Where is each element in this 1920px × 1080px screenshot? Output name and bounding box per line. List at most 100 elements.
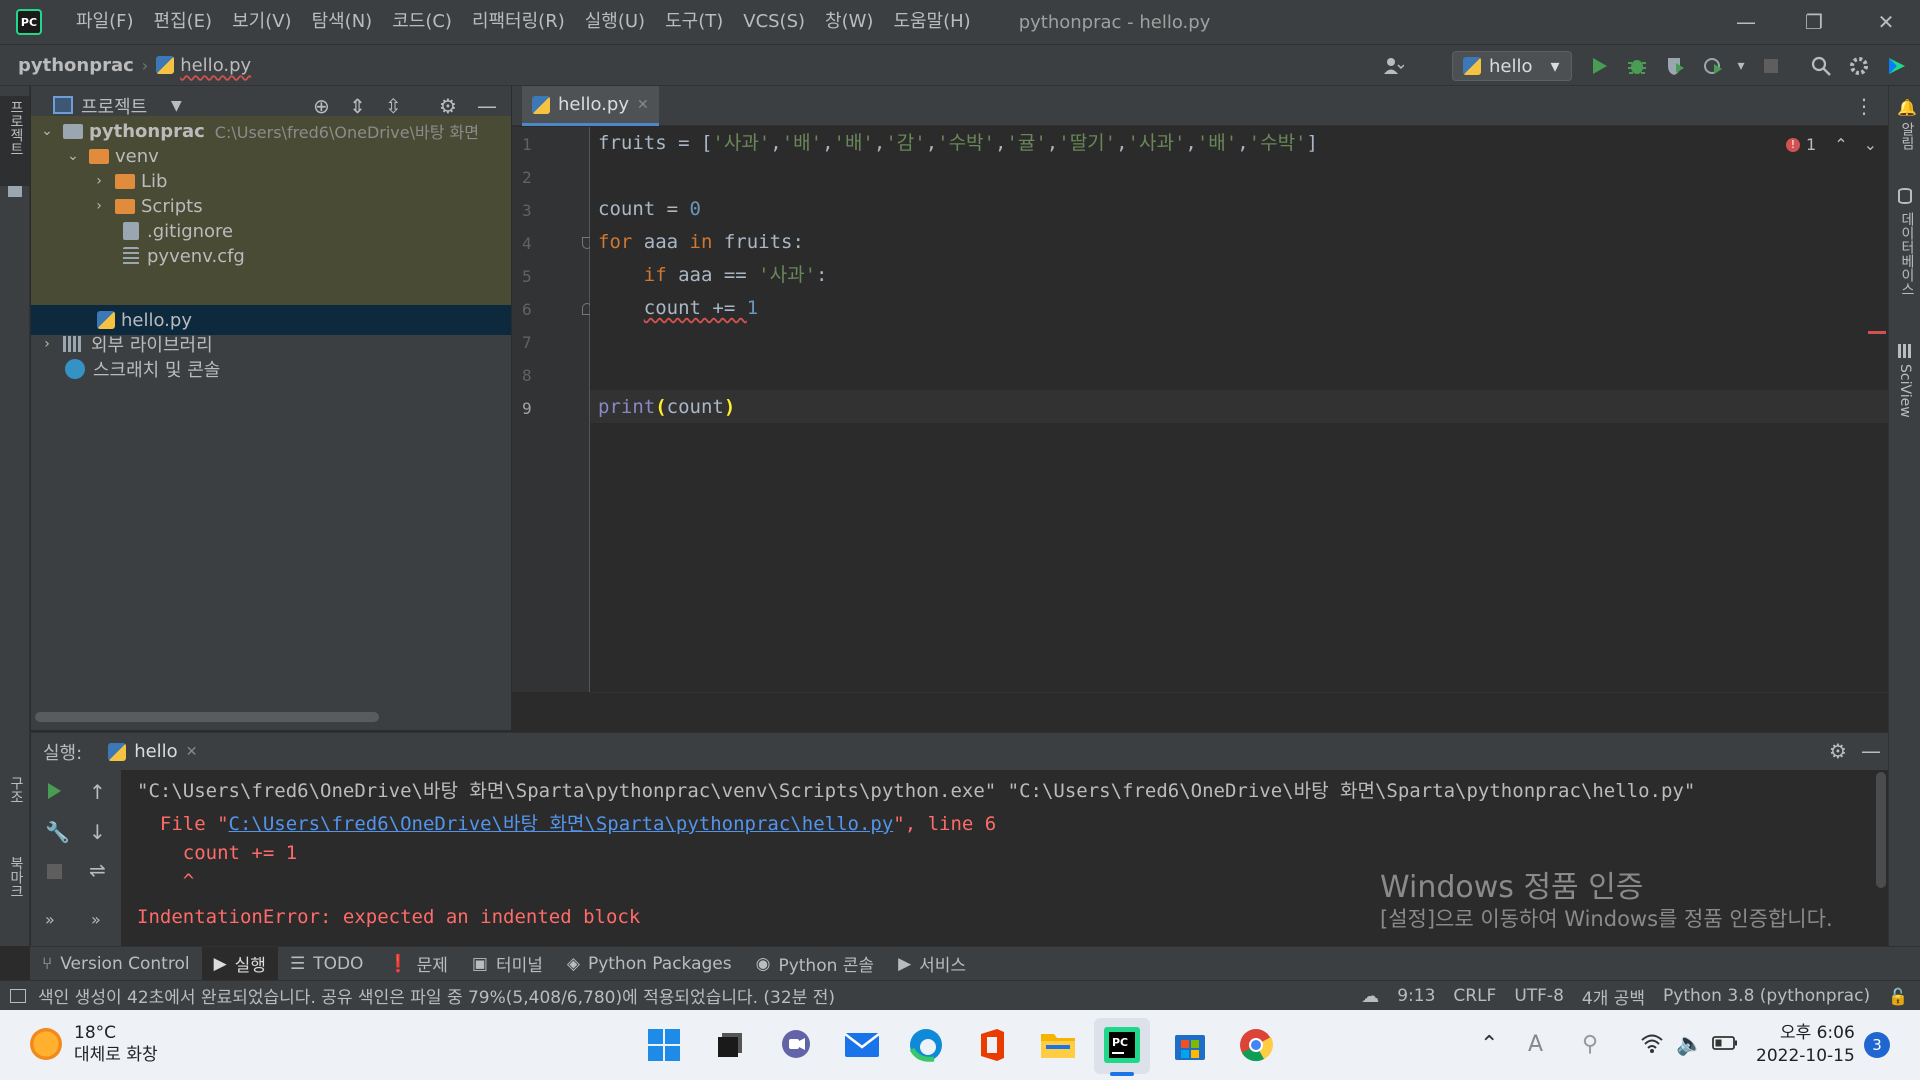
indent-setting[interactable]: 4개 공백 xyxy=(1582,984,1645,1009)
database-tool-label[interactable]: 데이터베이스 xyxy=(1897,212,1917,296)
bookmarks-tool-label[interactable]: 북마크 xyxy=(6,856,26,898)
menu-view[interactable]: 보기(V) xyxy=(222,0,301,44)
soft-wrap-icon[interactable]: ⇌ xyxy=(89,858,106,882)
menu-navigate[interactable]: 탐색(N) xyxy=(302,0,383,44)
gear-icon[interactable]: ⚙ xyxy=(439,94,457,118)
menu-file[interactable]: 파일(F) xyxy=(66,0,144,44)
pycharm-logo-icon[interactable]: PC xyxy=(16,9,42,35)
previous-highlight-icon[interactable]: ⌃ xyxy=(1834,135,1847,154)
settings-gear-icon[interactable] xyxy=(1846,53,1872,79)
file-explorer-icon[interactable] xyxy=(1038,1025,1078,1065)
restore-button[interactable]: ❐ xyxy=(1784,0,1844,44)
teams-chat-icon[interactable] xyxy=(776,1025,816,1065)
tool-version-control[interactable]: ⑂ Version Control xyxy=(30,947,202,981)
coverage-icon[interactable] xyxy=(1662,53,1688,79)
menu-vcs[interactable]: VCS(S) xyxy=(733,0,815,44)
chevron-right-icon[interactable]: › xyxy=(91,198,107,214)
menu-window[interactable]: 창(W) xyxy=(815,0,883,44)
notification-count-badge[interactable]: 3 xyxy=(1864,1032,1890,1058)
system-clock[interactable]: 오후 6:06 2022-10-15 xyxy=(1756,1022,1855,1068)
chevron-right-icon[interactable]: › xyxy=(91,173,107,189)
breadcrumb-file[interactable]: hello.py xyxy=(180,55,251,76)
menu-run[interactable]: 실행(U) xyxy=(575,0,655,44)
tool-problems[interactable]: ❗ 문제 xyxy=(375,947,459,981)
debug-icon[interactable] xyxy=(1624,53,1650,79)
wifi-icon[interactable] xyxy=(1640,1032,1664,1060)
tool-terminal[interactable]: ▣ 터미널 xyxy=(460,947,555,981)
scroll-up-arrow-icon[interactable]: ↑ xyxy=(89,780,106,804)
locate-file-icon[interactable]: ⊕ xyxy=(313,94,330,118)
code-editor[interactable]: fruits = ['사과','배','배','감','수박','귤','딸기'… xyxy=(590,127,1888,693)
caret-position[interactable]: 9:13 xyxy=(1397,986,1435,1006)
error-stripe-marker[interactable] xyxy=(1868,331,1886,334)
close-run-tab-icon[interactable]: ✕ xyxy=(186,744,198,760)
close-button[interactable]: ✕ xyxy=(1856,0,1916,44)
file-encoding[interactable]: UTF-8 xyxy=(1514,986,1564,1006)
location-icon[interactable]: ⚲ xyxy=(1582,1032,1598,1057)
expand-toolbar-icon[interactable]: » xyxy=(45,910,55,929)
stop-icon[interactable] xyxy=(1758,53,1784,79)
pycharm-taskbar-icon[interactable]: PC xyxy=(1102,1025,1142,1065)
chevron-down-icon[interactable]: ⌄ xyxy=(39,123,55,139)
chrome-browser-icon[interactable] xyxy=(1236,1025,1276,1065)
tool-services[interactable]: ▶ 서비스 xyxy=(886,947,978,981)
line-ending[interactable]: CRLF xyxy=(1453,986,1496,1006)
tool-todo[interactable]: ☰ TODO xyxy=(278,947,376,981)
menu-help[interactable]: 도움말(H) xyxy=(883,0,980,44)
office-icon[interactable] xyxy=(972,1025,1012,1065)
status-message[interactable]: 색인 생성이 42초에서 완료되었습니다. 공유 색인은 파일 중 79%(5,… xyxy=(38,983,835,1008)
breadcrumb-project[interactable]: pythonprac xyxy=(18,55,134,76)
windows-start-icon[interactable] xyxy=(644,1025,684,1065)
wrench-icon[interactable]: 🔧 xyxy=(45,820,70,844)
more-actions-icon[interactable]: » xyxy=(91,910,101,929)
run-settings-gear-icon[interactable]: ⚙ xyxy=(1829,739,1847,763)
traceback-file-link[interactable]: C:\Users\fred6\OneDrive\바탕 화면\Sparta\pyt… xyxy=(229,813,894,835)
chevron-down-icon[interactable]: ⌄ xyxy=(65,148,81,164)
run-configuration-select[interactable]: hello ▾ xyxy=(1452,51,1572,81)
project-tool-button[interactable]: 프로젝트 xyxy=(0,96,30,197)
battery-icon[interactable] xyxy=(1712,1032,1738,1057)
stop-run-icon[interactable] xyxy=(47,864,62,879)
show-hidden-icons-chevron-icon[interactable]: ⌃ xyxy=(1480,1032,1498,1057)
menu-tools[interactable]: 도구(T) xyxy=(655,0,733,44)
search-icon[interactable] xyxy=(1808,53,1834,79)
tab-hello-py[interactable]: hello.py ✕ xyxy=(522,86,659,126)
problems-indicator[interactable]: ! 1 ⌃ ⌄ xyxy=(1786,135,1877,154)
console-scrollbar[interactable] xyxy=(1876,772,1886,888)
input-method-icon[interactable]: A xyxy=(1528,1032,1543,1057)
minimize-button[interactable]: — xyxy=(1716,0,1776,44)
file-unlock-icon[interactable]: 🔓 xyxy=(1888,987,1908,1006)
hide-panel-icon[interactable]: — xyxy=(477,94,497,118)
sciview-tool-label[interactable]: SciView xyxy=(1897,364,1913,418)
run-icon[interactable] xyxy=(1586,53,1612,79)
close-tab-icon[interactable]: ✕ xyxy=(637,97,649,113)
tree-item-scratches[interactable]: 스크래치 및 콘솔 xyxy=(31,354,511,384)
project-panel-title[interactable]: 프로젝트 xyxy=(81,93,147,119)
mail-icon[interactable] xyxy=(842,1025,882,1065)
menu-code[interactable]: 코드(C) xyxy=(382,0,462,44)
chevron-down-icon[interactable]: ▼ xyxy=(171,98,182,114)
weather-widget[interactable]: 18°C 대체로 화창 xyxy=(30,1022,158,1066)
python-interpreter[interactable]: Python 3.8 (pythonprac) xyxy=(1663,986,1870,1006)
menu-refactor[interactable]: 리팩터링(R) xyxy=(462,0,575,44)
vcs-user-icon[interactable] xyxy=(1380,53,1406,79)
structure-tool-label[interactable]: 구조 xyxy=(6,776,26,804)
task-view-icon[interactable] xyxy=(710,1025,750,1065)
horizontal-scrollbar[interactable] xyxy=(35,712,379,722)
rerun-icon[interactable] xyxy=(45,782,63,805)
tool-run[interactable]: ▶ 실행 xyxy=(201,946,278,981)
more-options-icon[interactable]: ⋮ xyxy=(1854,94,1874,118)
collapse-all-icon[interactable]: ⇳ xyxy=(385,94,402,118)
menu-edit[interactable]: 편집(E) xyxy=(144,0,223,44)
profile-icon[interactable] xyxy=(1700,53,1726,79)
chevron-right-icon[interactable]: › xyxy=(39,336,55,352)
notifications-tool-label[interactable]: 알림 xyxy=(1897,122,1917,150)
tool-python-packages[interactable]: ◈ Python Packages xyxy=(555,947,744,981)
edge-browser-icon[interactable] xyxy=(906,1025,946,1065)
indexing-icon[interactable]: ☁ xyxy=(1361,986,1379,1007)
jetbrains-ai-icon[interactable] xyxy=(1884,53,1910,79)
tree-item-pyvenv-cfg[interactable]: pyvenv.cfg xyxy=(31,241,511,271)
microsoft-store-icon[interactable] xyxy=(1170,1025,1210,1065)
run-tab-hello[interactable]: hello ✕ xyxy=(108,741,197,762)
notifications-bell-icon[interactable]: 🔔 xyxy=(1897,98,1917,117)
